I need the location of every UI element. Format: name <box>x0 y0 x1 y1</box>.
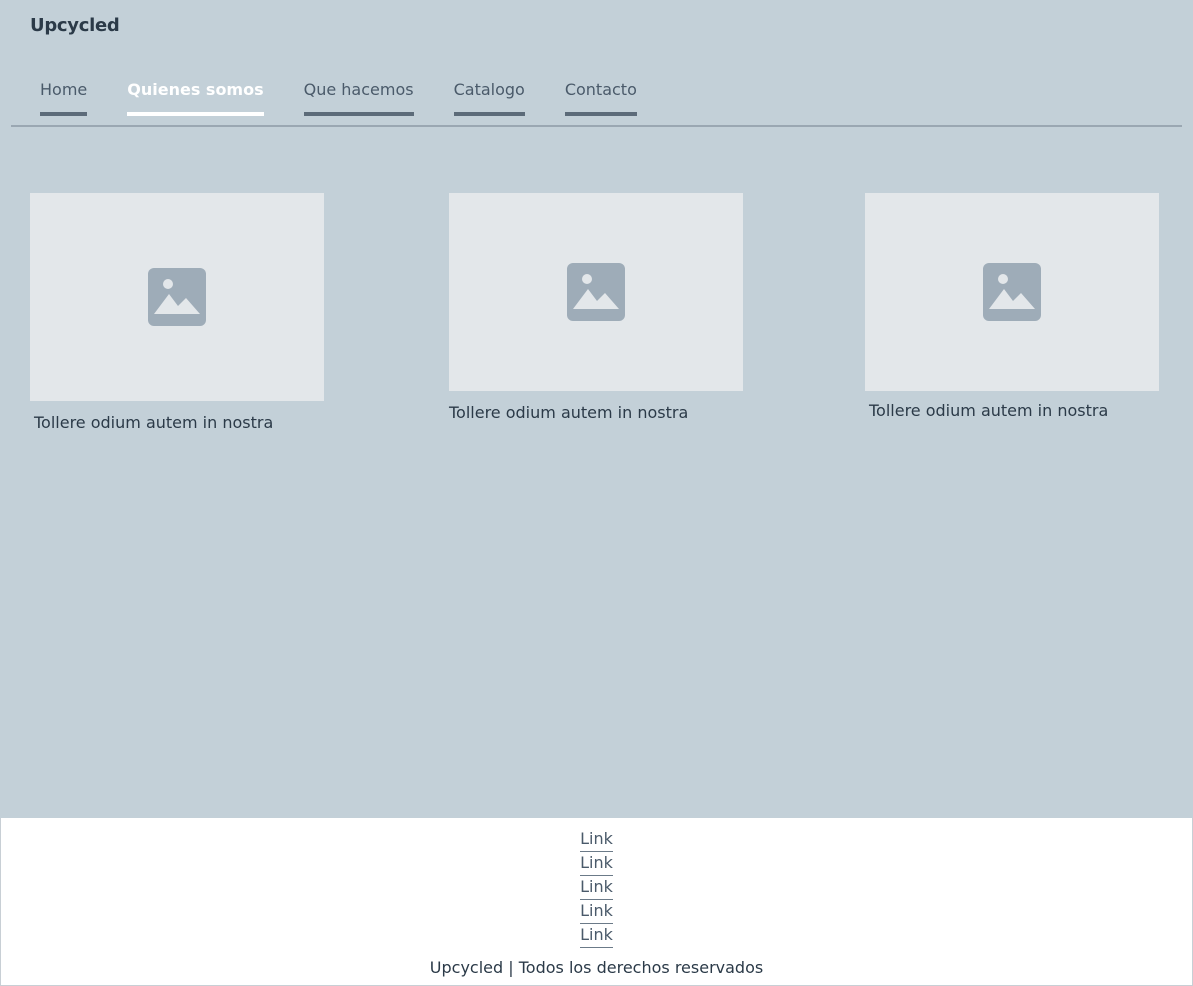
image-placeholder <box>30 193 324 401</box>
image-placeholder <box>865 193 1159 391</box>
card-caption: Tollere odium autem in nostra <box>449 403 689 422</box>
footer-link[interactable]: Link <box>580 900 613 924</box>
footer-copyright: Upcycled | Todos los derechos reservados <box>429 958 764 977</box>
brand-logo[interactable]: Upcycled <box>30 15 120 36</box>
footer: Link Link Link Link Link Upcycled | Todo… <box>0 818 1193 986</box>
footer-link[interactable]: Link <box>580 852 613 876</box>
card: Tollere odium autem in nostra <box>865 193 1159 420</box>
card: Tollere odium autem in nostra <box>30 193 324 432</box>
footer-link[interactable]: Link <box>580 924 613 948</box>
card-caption: Tollere odium autem in nostra <box>34 413 274 432</box>
nav-item-contacto[interactable]: Contacto <box>564 78 637 116</box>
image-placeholder-icon <box>983 263 1041 321</box>
nav-item-catalogo[interactable]: Catalogo <box>453 78 526 116</box>
card-caption: Tollere odium autem in nostra <box>869 401 1109 420</box>
nav-divider <box>11 125 1182 127</box>
footer-link[interactable]: Link <box>580 876 613 900</box>
image-placeholder-icon <box>148 268 206 326</box>
page: Upcycled Home Quienes somos Que hacemos … <box>0 0 1193 986</box>
main-nav: Home Quienes somos Que hacemos Catalogo … <box>40 78 677 116</box>
nav-item-que-hacemos[interactable]: Que hacemos <box>303 78 414 116</box>
nav-item-quienes-somos[interactable]: Quienes somos <box>127 78 265 116</box>
image-placeholder <box>449 193 743 391</box>
nav-item-home[interactable]: Home <box>40 78 88 116</box>
card: Tollere odium autem in nostra <box>449 193 743 422</box>
footer-link[interactable]: Link <box>580 828 613 852</box>
footer-links: Link Link Link Link Link <box>1 828 1192 948</box>
image-placeholder-icon <box>567 263 625 321</box>
